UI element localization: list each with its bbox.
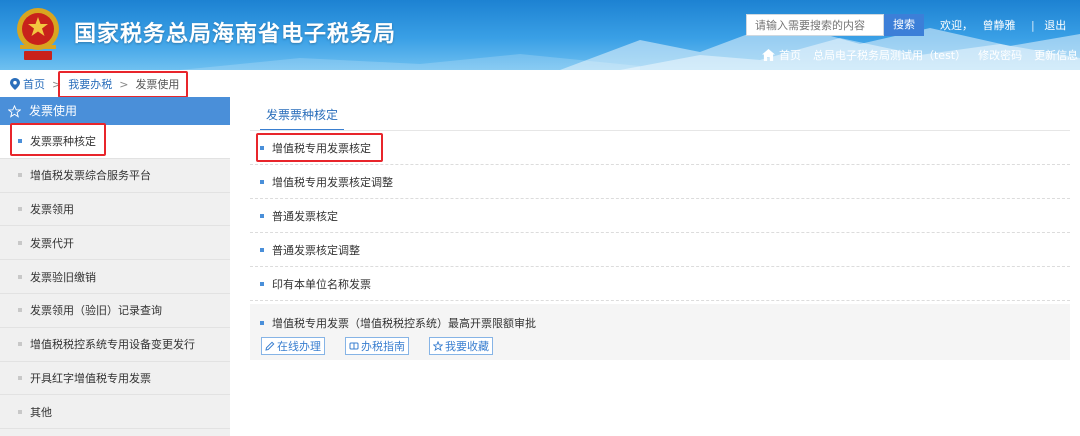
list-item-vat-special-adjust[interactable]: 增值税专用发票核定调整 bbox=[250, 165, 1070, 199]
bullet-icon bbox=[260, 247, 264, 252]
bullet-icon bbox=[18, 308, 22, 313]
sidebar-header-label: 发票使用 bbox=[29, 104, 78, 118]
list-item-company-name-invoice[interactable]: 印有本单位名称发票 bbox=[250, 267, 1070, 301]
sidebar-item-device-change[interactable]: 增值税税控系统专用设备变更发行 bbox=[0, 328, 230, 362]
user-links: 欢迎， 曾静雅 | 退出 bbox=[940, 17, 1072, 33]
bullet-icon bbox=[18, 375, 22, 380]
list-item-label: 增值税专用发票核定调整 bbox=[272, 175, 393, 189]
subnav-org-link[interactable]: 总局电子税务局测试用（test） bbox=[813, 47, 966, 63]
book-icon bbox=[349, 342, 359, 350]
user-name[interactable]: 曾静雅 bbox=[983, 19, 1016, 32]
favorite-button[interactable]: 我要收藏 bbox=[429, 337, 493, 355]
bullet-icon bbox=[260, 321, 264, 325]
favorite-label: 我要收藏 bbox=[445, 340, 489, 353]
list-item-normal-adjust[interactable]: 普通发票核定调整 bbox=[250, 233, 1070, 267]
sidebar-item-label: 增值税发票综合服务平台 bbox=[30, 169, 151, 183]
sidebar-item-vat-platform[interactable]: 增值税发票综合服务平台 bbox=[0, 159, 230, 193]
update-info-link[interactable]: 更新信息 bbox=[1034, 47, 1078, 63]
list-item-label: 普通发票核定 bbox=[272, 209, 338, 223]
highlight-box-sidebar bbox=[10, 123, 106, 156]
star-outline-icon bbox=[433, 341, 443, 351]
sidebar-item-label: 发票领用（验旧）记录查询 bbox=[30, 304, 162, 318]
bullet-icon bbox=[260, 281, 264, 286]
sidebar-item-other[interactable]: 其他 bbox=[0, 395, 230, 430]
bullet-icon bbox=[18, 240, 22, 245]
tab-invoice-type[interactable]: 发票票种核定 bbox=[260, 101, 344, 131]
bullet-icon bbox=[260, 213, 264, 218]
site-header: 国家税务总局海南省电子税务局 搜索 欢迎， 曾静雅 | 退出 首页 总局电子税务… bbox=[0, 0, 1080, 70]
bullet-icon bbox=[18, 342, 22, 347]
home-icon bbox=[762, 49, 775, 61]
sidebar-item-invoice-receive[interactable]: 发票领用 bbox=[0, 193, 230, 227]
search-input[interactable] bbox=[746, 14, 884, 36]
sidebar-item-label: 发票领用 bbox=[30, 202, 74, 216]
online-handle-label: 在线办理 bbox=[277, 340, 321, 353]
list-item-max-limit-approval[interactable]: 增值税专用发票（增值税税控系统）最高开票限额审批 在线办理 办税指南 我要收藏 bbox=[250, 304, 1070, 360]
online-handle-button[interactable]: 在线办理 bbox=[261, 337, 325, 355]
sidebar-item-label: 发票验旧缴销 bbox=[30, 270, 96, 284]
sidebar-item-invoice-issue[interactable]: 发票代开 bbox=[0, 226, 230, 261]
sidebar-item-label: 增值税税控系统专用设备变更发行 bbox=[30, 338, 195, 352]
national-emblem-logo bbox=[17, 8, 59, 60]
sidebar-item-red-invoice[interactable]: 开具红字增值税专用发票 bbox=[0, 362, 230, 396]
list-item-label: 增值税专用发票（增值税税控系统）最高开票限额审批 bbox=[272, 317, 536, 330]
site-title: 国家税务总局海南省电子税务局 bbox=[74, 22, 397, 47]
welcome-text: 欢迎， bbox=[940, 19, 973, 32]
bullet-icon bbox=[18, 409, 22, 414]
breadcrumb-home[interactable]: 首页 bbox=[23, 76, 45, 92]
bullet-icon bbox=[18, 274, 22, 279]
bullet-icon bbox=[260, 179, 264, 184]
list-item-normal[interactable]: 普通发票核定 bbox=[250, 199, 1070, 233]
sidebar-item-label: 其他 bbox=[30, 405, 52, 419]
location-pin-icon bbox=[10, 78, 20, 90]
divider: | bbox=[1031, 19, 1035, 32]
change-password-link[interactable]: 修改密码 bbox=[978, 47, 1022, 63]
pencil-icon bbox=[265, 341, 275, 351]
highlight-box-content bbox=[256, 133, 383, 162]
subnav-home-link[interactable]: 首页 bbox=[779, 47, 801, 63]
list-item-label: 印有本单位名称发票 bbox=[272, 277, 371, 291]
sidebar-header[interactable]: 发票使用 bbox=[0, 97, 230, 125]
star-icon bbox=[8, 104, 21, 118]
logout-link[interactable]: 退出 bbox=[1044, 19, 1066, 32]
sidebar-item-label: 发票代开 bbox=[30, 236, 74, 250]
bullet-icon bbox=[18, 173, 22, 178]
tax-guide-button[interactable]: 办税指南 bbox=[345, 337, 409, 355]
list-item-label: 普通发票核定调整 bbox=[272, 243, 360, 257]
header-subnav: 首页 总局电子税务局测试用（test） 修改密码 更新信息 bbox=[762, 47, 1080, 63]
search-button[interactable]: 搜索 bbox=[884, 14, 924, 36]
sidebar-item-invoice-verify[interactable]: 发票验旧缴销 bbox=[0, 260, 230, 294]
highlight-box-breadcrumb bbox=[58, 71, 188, 98]
sidebar-item-record-query[interactable]: 发票领用（验旧）记录查询 bbox=[0, 294, 230, 328]
expanded-item-title: 增值税专用发票（增值税税控系统）最高开票限额审批 bbox=[260, 315, 536, 331]
tax-guide-label: 办税指南 bbox=[361, 340, 405, 353]
sidebar-item-label: 开具红字增值税专用发票 bbox=[30, 371, 151, 385]
bullet-icon bbox=[18, 206, 22, 211]
